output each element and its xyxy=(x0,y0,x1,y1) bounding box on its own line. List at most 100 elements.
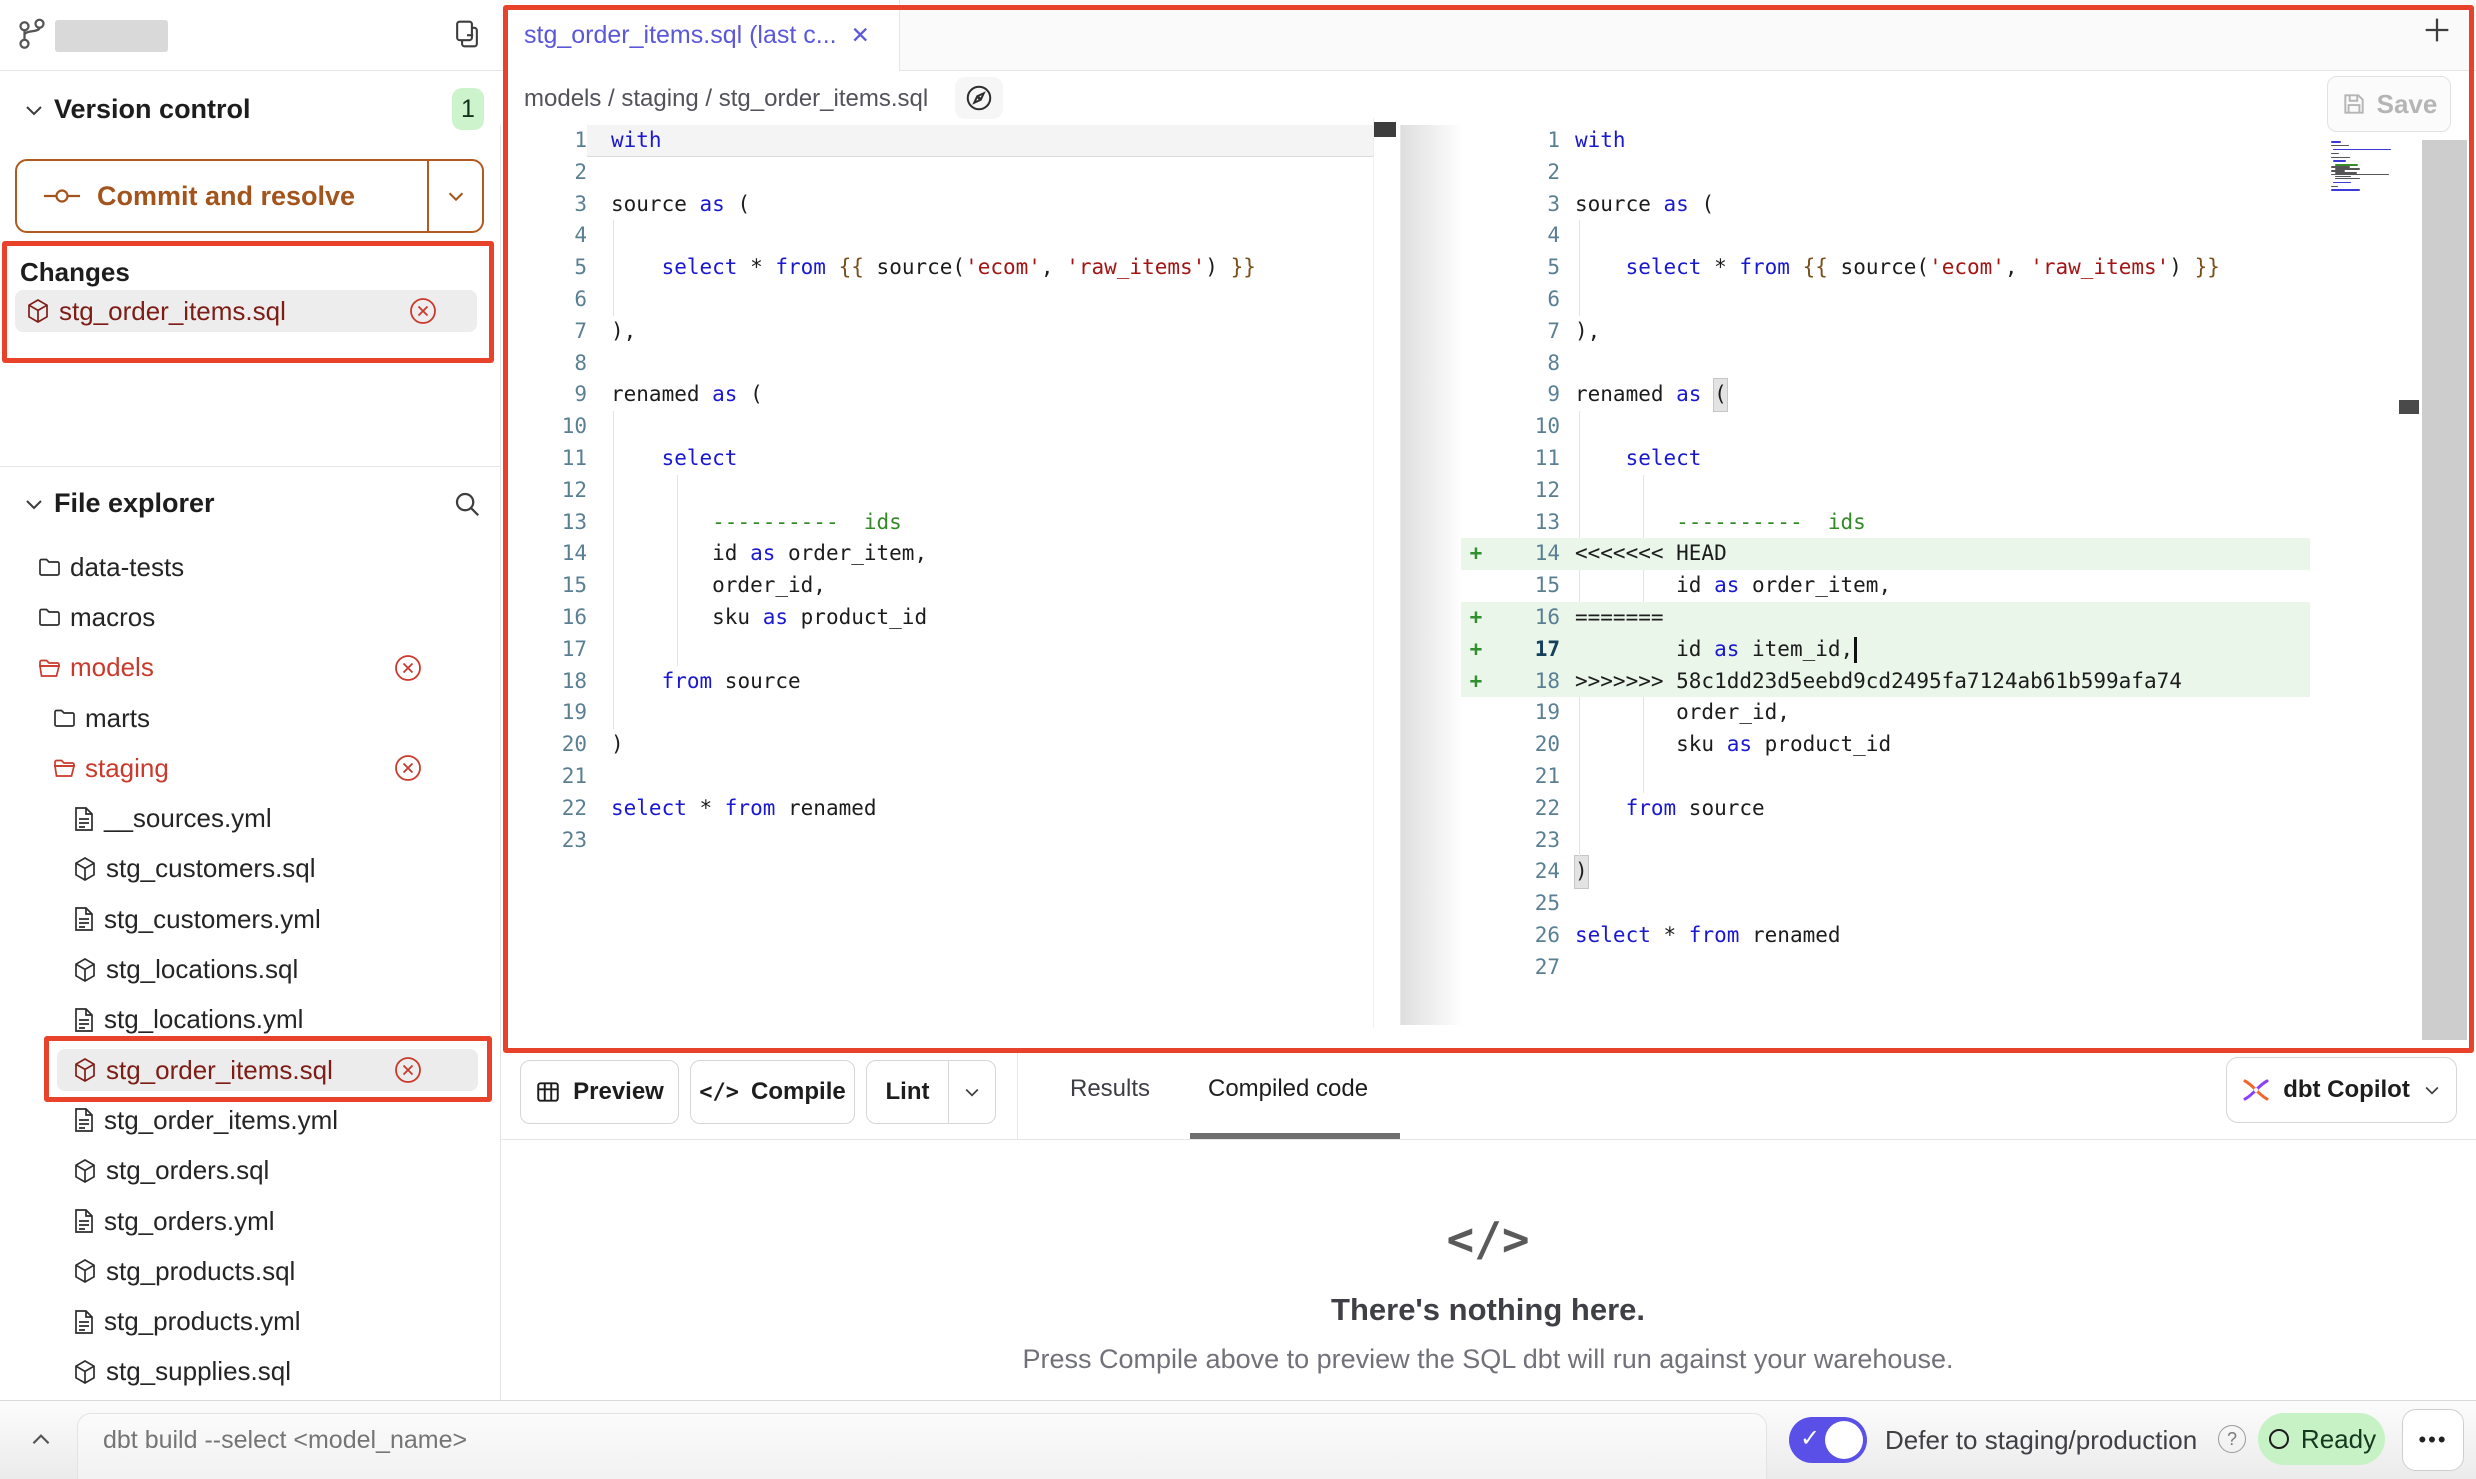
editor-scrollbar-track[interactable] xyxy=(2422,140,2467,1040)
branch-name[interactable] xyxy=(55,20,168,52)
status-ready-badge[interactable]: Ready xyxy=(2258,1413,2385,1465)
code-line: 21 xyxy=(505,761,1373,793)
lint-dropdown-button[interactable] xyxy=(948,1061,995,1123)
code-line: 15 order_id, xyxy=(505,570,1373,602)
compile-button[interactable]: </> Compile xyxy=(690,1060,855,1124)
discard-change-icon[interactable] xyxy=(394,1056,422,1084)
file-item-label: stg_orders.yml xyxy=(104,1206,275,1237)
code-text xyxy=(1560,284,2310,316)
line-number: 20 xyxy=(505,729,587,761)
code-text: select * from {{ source('ecom', 'raw_ite… xyxy=(1560,252,2310,284)
code-editor-right-pane[interactable]: 1with23source as (45 select * from {{ so… xyxy=(1461,125,2310,984)
dbt-copilot-button[interactable]: dbt Copilot xyxy=(2226,1057,2457,1123)
file-item-stg-products-sql[interactable]: stg_products.sql xyxy=(0,1246,500,1296)
chevron-down-icon[interactable] xyxy=(22,98,46,122)
code-line: 10 xyxy=(1461,411,2310,443)
commit-dropdown-button[interactable] xyxy=(427,161,482,231)
line-number: 19 xyxy=(1491,697,1560,729)
file-item-models[interactable]: models xyxy=(0,643,500,693)
chevron-up-icon[interactable] xyxy=(28,1427,54,1453)
code-line: 24) xyxy=(1461,856,2310,888)
line-number: 23 xyxy=(505,825,587,857)
code-text xyxy=(1560,411,2310,443)
file-icon xyxy=(73,906,95,932)
code-line: +16======= xyxy=(1461,602,2310,634)
file-item-stg-order-items-sql[interactable]: stg_order_items.sql xyxy=(0,1045,500,1095)
code-line: 1with xyxy=(505,125,1373,157)
line-number: 16 xyxy=(505,602,587,634)
lineage-compass-button[interactable] xyxy=(955,77,1003,119)
line-number: 2 xyxy=(1491,157,1560,189)
file-item-label: stg_locations.yml xyxy=(104,1004,303,1035)
help-icon[interactable]: ? xyxy=(2218,1425,2246,1453)
model-icon xyxy=(73,1057,97,1083)
version-control-badge: 1 xyxy=(452,88,484,130)
code-text xyxy=(1560,761,2310,793)
preview-button[interactable]: Preview xyxy=(520,1060,679,1124)
code-editor-left-pane[interactable]: 1with23source as (45 select * from {{ so… xyxy=(505,125,1373,856)
tab-close-icon[interactable]: ✕ xyxy=(851,22,870,49)
line-number: 17 xyxy=(1491,634,1560,666)
file-item-stg-orders-yml[interactable]: stg_orders.yml xyxy=(0,1196,500,1246)
folder-icon xyxy=(52,706,76,730)
file-item-stg-order-items-yml[interactable]: stg_order_items.yml xyxy=(0,1095,500,1145)
code-line: 22 from source xyxy=(1461,793,2310,825)
status-circle-icon xyxy=(2267,1427,2291,1451)
code-text: source as ( xyxy=(1560,189,2310,221)
folder-icon xyxy=(37,555,61,579)
model-icon xyxy=(73,1258,97,1284)
file-item-data-tests[interactable]: data-tests xyxy=(0,542,500,592)
file-item--sources-yml[interactable]: __sources.yml xyxy=(0,793,500,843)
code-line: +18>>>>>>> 58c1dd23d5eebd9cd2495fa7124ab… xyxy=(1461,666,2310,698)
file-item-stg-supplies-sql[interactable]: stg_supplies.sql xyxy=(0,1347,500,1397)
tab-compiled-code[interactable]: Compiled code xyxy=(1208,1075,1368,1103)
line-number: 18 xyxy=(1491,666,1560,698)
code-text xyxy=(1560,220,2310,252)
defer-toggle[interactable]: ✓ xyxy=(1789,1417,1867,1463)
code-text: order_id, xyxy=(1560,697,2310,729)
lint-button[interactable]: Lint xyxy=(866,1060,996,1124)
left-pane-scrollbar[interactable] xyxy=(1373,118,1397,1028)
file-item-macros[interactable]: macros xyxy=(0,592,500,642)
file-item-stg-customers-sql[interactable]: stg_customers.sql xyxy=(0,844,500,894)
changes-item-stg-order-items[interactable]: stg_order_items.sql xyxy=(15,290,477,332)
tab-results[interactable]: Results xyxy=(1070,1075,1150,1103)
file-item-stg-locations-sql[interactable]: stg_locations.sql xyxy=(0,944,500,994)
commit-icon xyxy=(43,184,81,208)
folder-icon xyxy=(37,605,61,629)
discard-change-icon[interactable] xyxy=(394,654,422,682)
save-button[interactable]: Save xyxy=(2327,76,2451,132)
pane-divider-shadow xyxy=(1400,125,1463,1025)
discard-change-icon[interactable] xyxy=(409,297,437,325)
file-item-label: stg_customers.sql xyxy=(106,853,316,884)
file-item-staging[interactable]: staging xyxy=(0,743,500,793)
chevron-down-icon[interactable] xyxy=(22,492,46,516)
changes-item-label: stg_order_items.sql xyxy=(59,296,286,327)
search-icon[interactable] xyxy=(452,489,482,519)
file-item-stg-locations-yml[interactable]: stg_locations.yml xyxy=(0,995,500,1045)
left-pane-scrollbar-thumb[interactable] xyxy=(1374,122,1396,137)
line-number: 11 xyxy=(505,443,587,475)
copy-icon[interactable] xyxy=(452,18,482,50)
line-number: 12 xyxy=(1491,475,1560,507)
file-item-label: stg_locations.sql xyxy=(106,954,298,985)
tab-stg-order-items[interactable]: stg_order_items.sql (last c... ✕ xyxy=(505,0,900,71)
code-text: select * from renamed xyxy=(1560,920,2310,952)
code-line: 14 id as order_item, xyxy=(505,538,1373,570)
code-text: id as item_id, xyxy=(1560,634,2310,666)
code-line: 2 xyxy=(505,157,1373,189)
right-pane-scrollbar-thumb[interactable] xyxy=(2399,400,2419,414)
file-item-stg-customers-yml[interactable]: stg_customers.yml xyxy=(0,894,500,944)
file-item-marts[interactable]: marts xyxy=(0,693,500,743)
code-line: 6 xyxy=(505,284,1373,316)
more-options-button[interactable]: ••• xyxy=(2402,1409,2464,1471)
file-item-stg-orders-sql[interactable]: stg_orders.sql xyxy=(0,1146,500,1196)
new-tab-icon[interactable] xyxy=(2420,13,2454,47)
file-list: data-testsmacrosmodelsmartsstaging__sour… xyxy=(0,542,500,1397)
discard-change-icon[interactable] xyxy=(394,754,422,782)
code-text xyxy=(587,220,1373,252)
minimap[interactable] xyxy=(2331,141,2391,193)
code-text: from source xyxy=(1560,793,2310,825)
commit-and-resolve-button[interactable]: Commit and resolve xyxy=(15,159,484,233)
file-item-stg-products-yml[interactable]: stg_products.yml xyxy=(0,1296,500,1346)
